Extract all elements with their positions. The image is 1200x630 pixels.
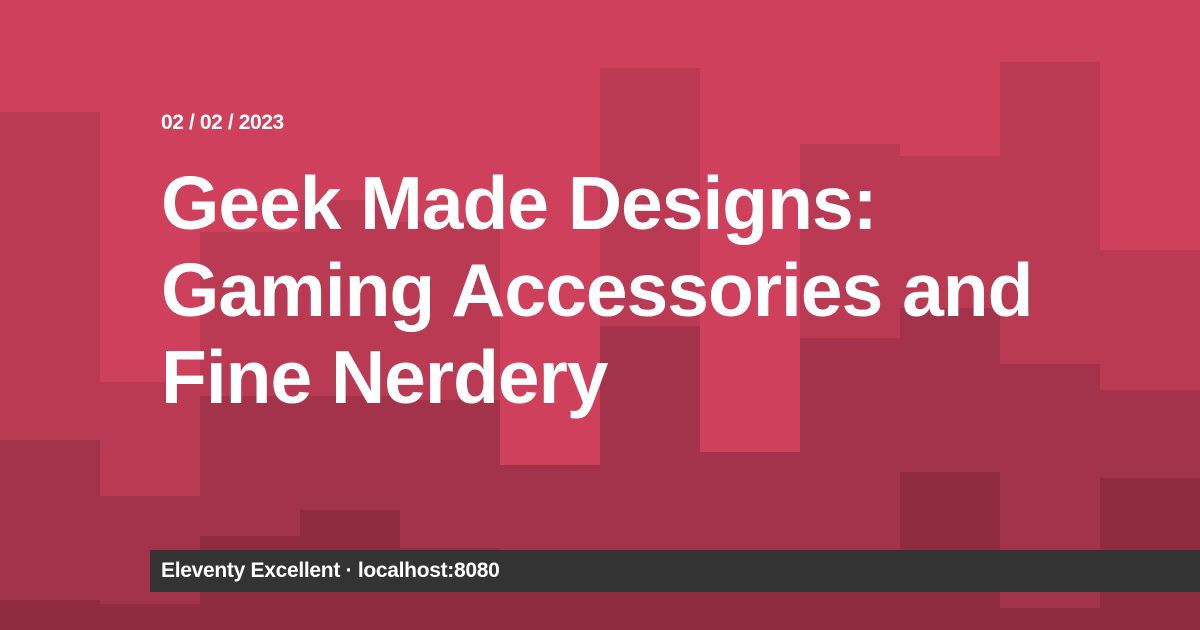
post-date: 02 / 02 / 2023 [161, 111, 284, 134]
separator: · [345, 559, 353, 582]
social-share-card: 02 / 02 / 2023 Geek Made Designs: Gaming… [0, 0, 1200, 630]
site-host: localhost:8080 [357, 559, 500, 582]
site-footer-bar: Eleventy Excellent · localhost:8080 [150, 550, 1200, 592]
site-name: Eleventy Excellent [161, 559, 341, 582]
post-title: Geek Made Designs: Gaming Accessories an… [161, 161, 1033, 419]
site-attribution: Eleventy Excellent · localhost:8080 [161, 559, 500, 583]
